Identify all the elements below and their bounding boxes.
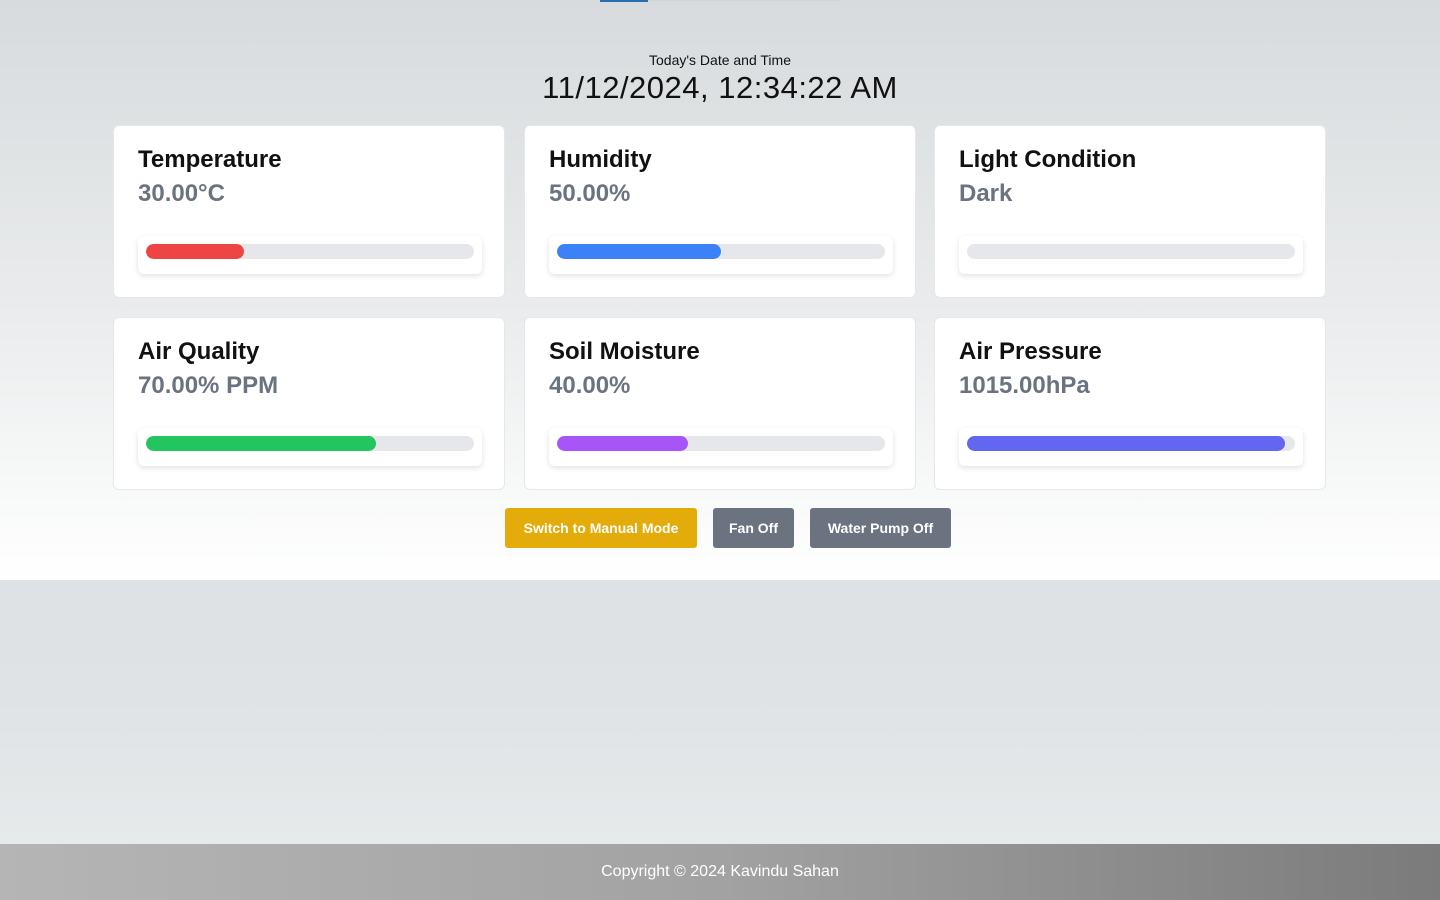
- progress-bar-container: [959, 428, 1303, 466]
- soil-moisture-card: Soil Moisture 40.00%: [524, 317, 916, 490]
- progress-track: [967, 244, 1295, 259]
- progress-bar-container: [138, 236, 482, 274]
- card-title: Humidity: [549, 146, 652, 173]
- progress-bar-container: [549, 236, 893, 274]
- card-title: Soil Moisture: [549, 338, 700, 365]
- datetime-label: Today's Date and Time: [649, 52, 791, 68]
- humidity-card: Humidity 50.00%: [524, 125, 916, 298]
- footer: Copyright © 2024 Kavindu Sahan: [0, 844, 1440, 900]
- progress-bar-container: [549, 428, 893, 466]
- active-tab-indicator: [600, 0, 648, 2]
- card-value: 1015.00hPa: [959, 372, 1090, 399]
- card-value: 40.00%: [549, 372, 631, 399]
- progress-track: [146, 436, 474, 451]
- card-title: Light Condition: [959, 146, 1137, 173]
- progress-track: [557, 436, 885, 451]
- top-tab-indicator: [600, 0, 840, 2]
- progress-fill: [557, 436, 689, 451]
- light-condition-card: Light Condition Dark: [934, 125, 1326, 298]
- air-pressure-card: Air Pressure 1015.00hPa: [934, 317, 1326, 490]
- air-quality-card: Air Quality 70.00% PPM: [113, 317, 505, 490]
- progress-fill: [967, 436, 1286, 451]
- progress-track: [146, 244, 474, 259]
- card-title: Air Pressure: [959, 338, 1102, 365]
- card-value: Dark: [959, 180, 1013, 207]
- card-value: 70.00% PPM: [138, 372, 279, 399]
- progress-track: [557, 244, 885, 259]
- progress-bar-container: [138, 428, 482, 466]
- card-title: Temperature: [138, 146, 282, 173]
- card-value: 30.00°C: [138, 180, 225, 207]
- temperature-card: Temperature 30.00°C: [113, 125, 505, 298]
- water-pump-toggle-button[interactable]: Water Pump Off: [810, 508, 951, 548]
- card-value: 50.00%: [549, 180, 631, 207]
- fan-toggle-button[interactable]: Fan Off: [713, 508, 794, 548]
- progress-track: [967, 436, 1295, 451]
- progress-fill: [146, 244, 245, 259]
- dashboard-panel: Today's Date and Time 11/12/2024, 12:34:…: [0, 0, 1440, 580]
- switch-manual-mode-button[interactable]: Switch to Manual Mode: [505, 508, 697, 548]
- progress-fill: [557, 244, 721, 259]
- copyright-text: Copyright © 2024 Kavindu Sahan: [601, 863, 839, 880]
- progress-bar-container: [959, 236, 1303, 274]
- datetime-value: 11/12/2024, 12:34:22 AM: [542, 70, 898, 105]
- card-title: Air Quality: [138, 338, 260, 365]
- progress-fill: [146, 436, 376, 451]
